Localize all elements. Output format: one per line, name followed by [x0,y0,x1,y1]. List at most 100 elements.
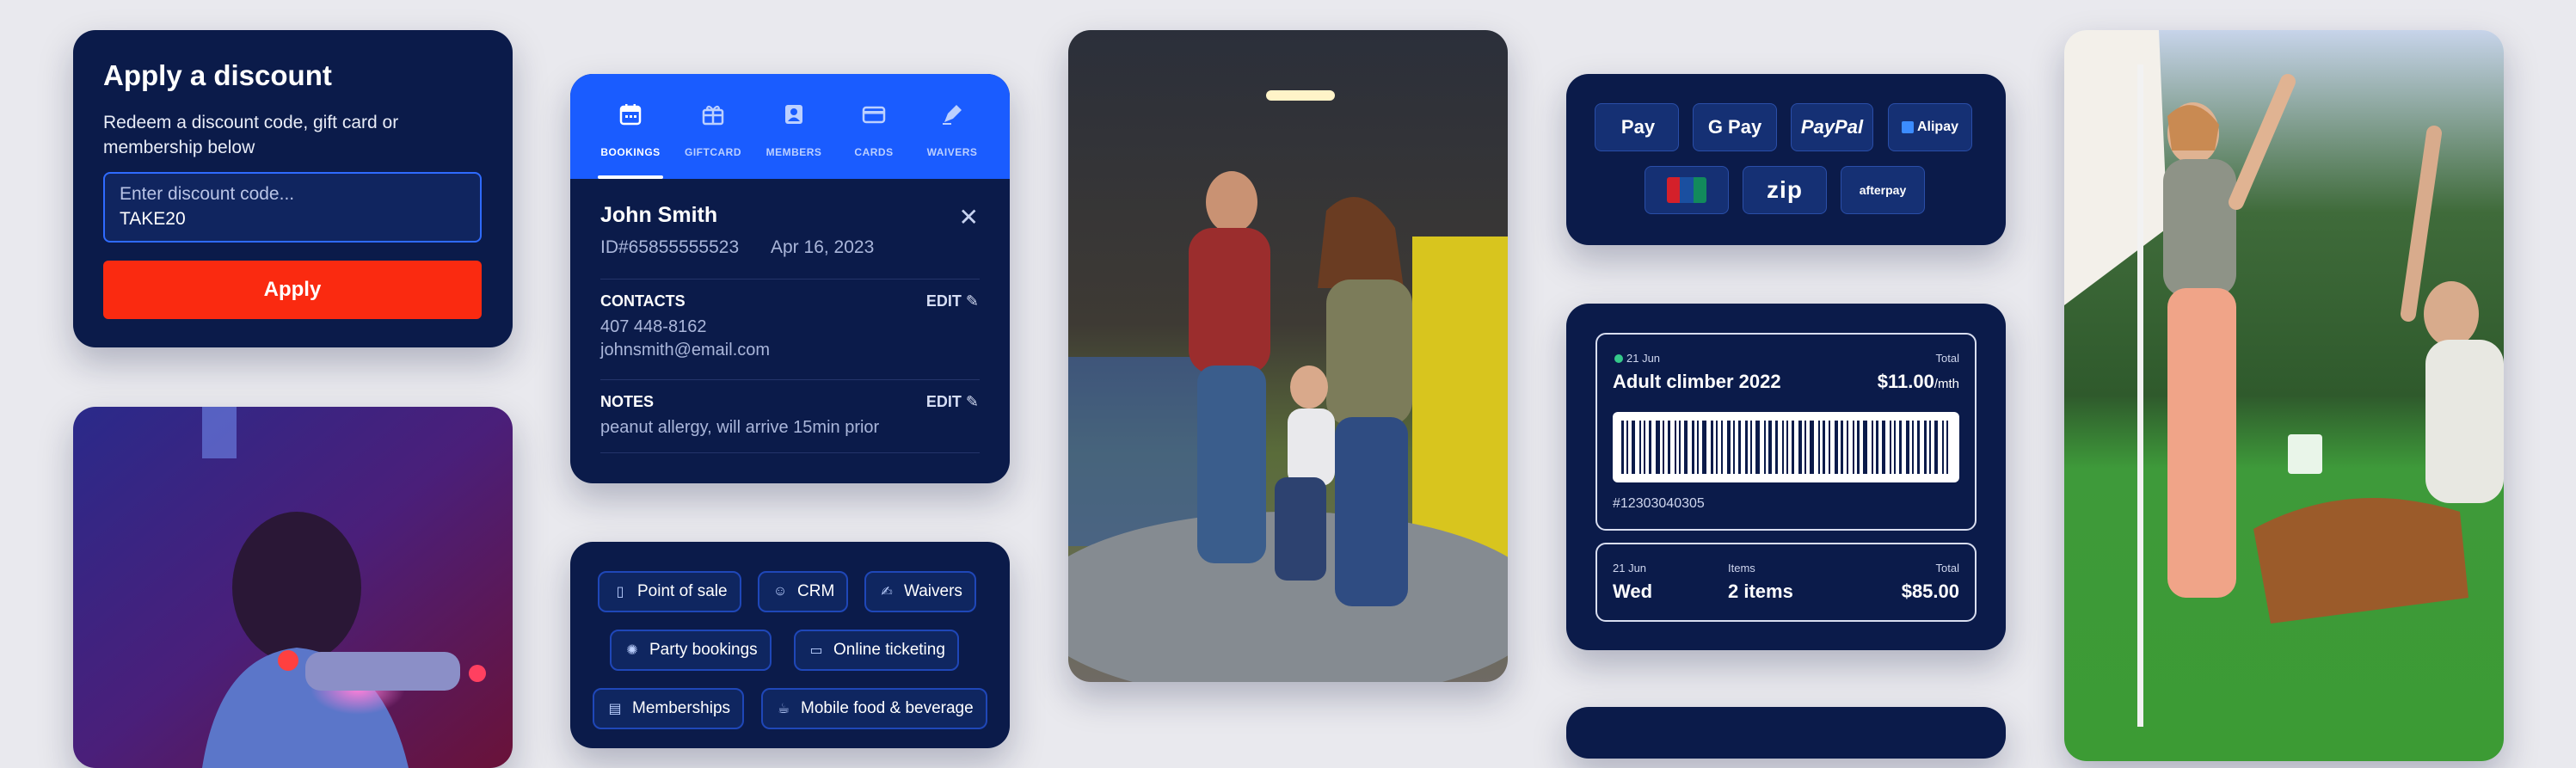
close-icon[interactable]: ✕ [959,203,979,231]
summary-date: 21 Jun [1613,562,1647,574]
barcode-bar [1934,421,1938,474]
items-label: Items [1728,562,1755,574]
barcode-bar [1716,421,1718,474]
tab-cards[interactable]: CARDS [834,74,913,179]
items-value: 2 items [1728,581,1793,602]
ticket-pass[interactable]: 21 Jun Total Adult climber 2022 $11.00/m… [1595,333,1977,531]
barcode-bar [1738,421,1741,474]
order-summary[interactable]: 21 Jun Wed Items 2 items Total $85.00 [1595,543,1977,622]
booking-id: ID#65855555523 [600,237,740,257]
barcode-bar [1912,421,1914,474]
barcode-bar [1649,421,1651,474]
barcode-bar [1750,421,1752,474]
pos-terminal-icon: ▯ [616,585,624,599]
tab-label: GIFTCARD [685,146,741,158]
status-dot [1614,354,1623,363]
barcode-bar [1818,421,1820,474]
ticket-price: $11.00/mth [1878,371,1959,393]
barcode-bar [1929,421,1931,474]
barcode-bar [1727,421,1731,474]
barcode-bar [1829,421,1830,474]
barcode-bar [1755,421,1760,474]
tab-members[interactable]: MEMBERS [754,74,833,179]
barcode-bar [1663,421,1664,474]
barcode-bar [1890,421,1891,474]
barcode-bar [1697,421,1699,474]
food-drink-icon: ☕ [777,702,790,716]
barcode-number: #12303040305 [1613,496,1705,511]
member-badge-icon [785,105,802,124]
trampoline-family-photo [1068,30,1508,682]
credit-card-icon [862,106,886,124]
feature-waivers: ✍ Waivers [864,571,976,612]
feature-label: CRM [797,582,835,600]
unionpay-badge [1645,166,1729,214]
summary-day: Wed [1613,581,1653,602]
feature-mobile-food-beverage: ☕ Mobile food & beverage [761,688,987,729]
feature-memberships: ▤ Memberships [593,688,745,729]
barcode-bar [1804,421,1806,474]
discount-placeholder: Enter discount code... [120,184,295,204]
barcode-bar [1841,421,1843,474]
barcode-bar [1792,421,1794,474]
barcode-bar [1798,421,1802,474]
apply-button[interactable]: Apply [103,261,482,319]
laser-tag-image [73,407,513,768]
barcode-bar [1882,421,1885,474]
feature-label: Mobile food & beverage [801,699,974,717]
edit-notes-button[interactable]: EDIT ✎ [926,393,979,411]
contact-email: johnsmith@email.com [600,341,771,359]
barcode-bar [1621,421,1624,474]
barcode-bar [1823,421,1825,474]
barcode-bar [1924,421,1927,474]
discount-subtitle: Redeem a discount code, gift card or mem… [103,113,399,157]
tab-waivers[interactable]: WAIVERS [913,74,992,179]
divider [600,379,980,380]
booking-tabs: BOOKINGS GIFTCARD MEMBERS CARDS WAIVERS [570,74,1010,179]
contact-phone: 407 448-8162 [600,317,707,336]
party-icon: ✺ [626,643,638,658]
barcode-bar [1684,421,1688,474]
active-tab-indicator [598,175,663,179]
tab-giftcard[interactable]: GIFTCARD [673,74,753,179]
tab-bookings[interactable]: BOOKINGS [591,74,670,179]
discount-code-input[interactable]: Enter discount code... TAKE20 [103,172,482,243]
feature-crm: ☺ CRM [758,571,849,612]
payment-label: PayPal [1800,116,1864,138]
paypal-badge: PayPal [1791,103,1873,151]
barcode-bar [1810,421,1814,474]
discount-card: Apply a discount Redeem a discount code,… [73,30,513,347]
pencil-icon: ✎ [965,393,979,410]
tab-label: MEMBERS [765,146,822,158]
payment-label: G Pay [1707,116,1762,138]
notes-heading: NOTES [600,393,655,410]
pen-icon [943,105,962,125]
barcode-bar [1626,421,1628,474]
apple-pay-badge: Pay [1595,103,1679,151]
payment-label: Pay [1620,116,1656,138]
laser-tag-photo [73,407,513,768]
notes-text: peanut allergy, will arrive 15min prior [600,418,880,437]
barcode-bar [1668,421,1670,474]
alipay-badge: Alipay [1888,103,1972,151]
barcode [1613,412,1959,482]
tab-label: CARDS [854,146,894,158]
features-card: ▯ Point of sale ☺ CRM ✍ Waivers ✺ Party book… [570,542,1010,748]
tab-label: BOOKINGS [600,146,661,158]
discount-value: TAKE20 [120,209,186,229]
barcode-bar [1872,421,1873,474]
edit-contacts-button[interactable]: EDIT ✎ [926,292,979,310]
barcode-bar [1786,421,1788,474]
booking-card: BOOKINGS GIFTCARD MEMBERS CARDS WAIVERS … [570,74,1010,483]
barcode-bar [1863,421,1867,474]
trampoline-image [1068,30,1508,682]
alipay-logo [1901,121,1914,133]
barcode-bar [1679,421,1681,474]
summary-total: $85.00 [1901,581,1959,602]
barcode-bar [1711,421,1713,474]
payment-label: Alipay [1916,120,1958,134]
booking-date: Apr 16, 2023 [771,237,875,257]
barcode-bar [1632,421,1635,474]
customer-name: John Smith [600,203,718,227]
zip-badge: zip [1743,166,1827,214]
